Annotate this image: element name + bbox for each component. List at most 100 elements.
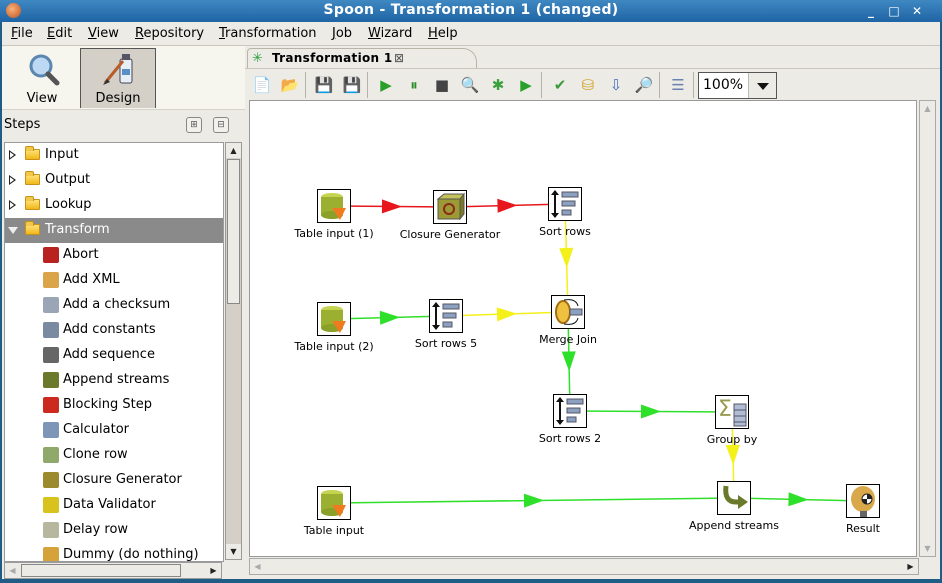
steps-horizontal-scrollbar[interactable]: ◀ ▶ bbox=[4, 562, 222, 579]
steps-vertical-scrollbar[interactable]: ▲ ▼ bbox=[225, 142, 242, 560]
sql-icon[interactable]: ⇩ bbox=[605, 74, 627, 96]
collapse-all-button[interactable]: ⊟ bbox=[213, 117, 229, 133]
tree-step-item[interactable]: Add XML bbox=[5, 268, 223, 293]
close-window-button[interactable]: ✕ bbox=[906, 2, 928, 20]
stop-icon[interactable]: ■ bbox=[431, 74, 453, 96]
chevron-down-icon[interactable] bbox=[748, 73, 776, 98]
debug-icon[interactable]: ✱ bbox=[487, 74, 509, 96]
tree-step-item[interactable]: Add constants bbox=[5, 318, 223, 343]
scrollbar-thumb[interactable] bbox=[227, 159, 240, 304]
expand-arrow-icon[interactable] bbox=[9, 200, 16, 210]
step-node-table-input-1[interactable] bbox=[317, 189, 351, 223]
verify-icon[interactable]: ✔ bbox=[549, 74, 571, 96]
tree-step-item[interactable]: Abort bbox=[5, 243, 223, 268]
transformation-canvas[interactable]: Table input (1) Closure Generator Sort row… bbox=[249, 100, 917, 557]
menu-repository[interactable]: Repository bbox=[135, 26, 204, 41]
save-as-icon[interactable]: 💾 bbox=[341, 74, 363, 96]
scroll-down-icon[interactable]: ▼ bbox=[920, 541, 935, 556]
tree-category-output[interactable]: Output bbox=[5, 168, 223, 193]
step-node-sort-rows-5[interactable] bbox=[429, 299, 463, 333]
scroll-right-icon[interactable]: ▶ bbox=[206, 563, 221, 578]
step-node-group-by[interactable]: Σ bbox=[715, 395, 749, 429]
step-node-sort-rows-2[interactable] bbox=[553, 394, 587, 428]
run-icon[interactable]: ▶ bbox=[375, 74, 397, 96]
step-node-table-input-2[interactable] bbox=[317, 302, 351, 336]
zoom-value[interactable]: 100% bbox=[703, 77, 743, 93]
impact-icon[interactable]: ⛁ bbox=[577, 74, 599, 96]
steps-title: Steps bbox=[4, 117, 41, 132]
tree-category-input[interactable]: Input bbox=[5, 143, 223, 168]
save-icon[interactable]: 💾 bbox=[313, 74, 335, 96]
step-node-sort-rows[interactable] bbox=[548, 187, 582, 221]
minimize-button[interactable]: _ bbox=[860, 2, 882, 20]
tree-step-item[interactable]: Dummy (do nothing) bbox=[5, 543, 223, 561]
tree-step-item[interactable]: Blocking Step bbox=[5, 393, 223, 418]
tree-step-item[interactable]: Clone row bbox=[5, 443, 223, 468]
menu-wizard[interactable]: Wizard bbox=[368, 26, 412, 41]
toolbar-separator bbox=[659, 72, 660, 98]
step-node-merge-join[interactable] bbox=[551, 295, 585, 329]
open-file-icon[interactable]: 📂 bbox=[279, 74, 301, 96]
new-file-icon[interactable]: 📄 bbox=[251, 74, 273, 96]
scroll-left-icon[interactable]: ◀ bbox=[250, 559, 265, 574]
step-node-append-streams[interactable] bbox=[717, 481, 751, 515]
sort-rows-icon bbox=[549, 188, 581, 224]
canvas-horizontal-scrollbar[interactable]: ◀ ▶ bbox=[249, 558, 919, 575]
close-tab-icon[interactable]: ⊠ bbox=[394, 51, 404, 65]
preview-icon[interactable]: 🔍 bbox=[459, 74, 481, 96]
toolbar-separator bbox=[305, 72, 306, 98]
menu-transformation[interactable]: Transformation bbox=[219, 26, 317, 41]
step-node-label: Append streams bbox=[689, 519, 779, 532]
scroll-up-icon[interactable]: ▲ bbox=[226, 143, 241, 158]
hop-arrow-icon bbox=[788, 492, 809, 507]
menu-view[interactable]: View bbox=[88, 26, 119, 41]
sequence-icon bbox=[43, 347, 59, 363]
scroll-left-icon[interactable]: ◀ bbox=[5, 563, 20, 578]
explore-db-icon[interactable]: 🔎 bbox=[633, 74, 655, 96]
tree-step-item[interactable]: Closure Generator bbox=[5, 468, 223, 493]
tree-step-item[interactable]: Add sequence bbox=[5, 343, 223, 368]
sort-rows-icon bbox=[430, 300, 462, 336]
hop-arrow-icon bbox=[379, 310, 400, 325]
tree-step-item[interactable]: Delay row bbox=[5, 518, 223, 543]
tree-step-item[interactable]: Append streams bbox=[5, 368, 223, 393]
tree-step-item[interactable]: Add a checksum bbox=[5, 293, 223, 318]
pause-icon[interactable]: ⏸ bbox=[403, 74, 425, 96]
show-results-icon[interactable]: ☰ bbox=[667, 74, 689, 96]
tree-category-transform[interactable]: Transform bbox=[5, 218, 223, 243]
hourglass-icon bbox=[43, 522, 59, 538]
step-node-result[interactable] bbox=[846, 484, 880, 518]
scroll-up-icon[interactable]: ▲ bbox=[920, 101, 935, 116]
tree-step-item[interactable]: Calculator bbox=[5, 418, 223, 443]
expand-arrow-icon[interactable] bbox=[9, 175, 16, 185]
menu-file[interactable]: File bbox=[11, 26, 33, 41]
view-perspective-button[interactable]: View bbox=[4, 48, 80, 108]
step-node-label: Result bbox=[846, 522, 880, 535]
scroll-right-icon[interactable]: ▶ bbox=[903, 559, 918, 574]
tab-transformation-1[interactable]: ✳ Transformation 1 ⊠ bbox=[247, 48, 477, 68]
scrollbar-thumb[interactable] bbox=[21, 564, 181, 577]
expand-all-button[interactable]: ⊞ bbox=[186, 117, 202, 133]
expand-arrow-icon[interactable] bbox=[9, 150, 16, 160]
menu-help[interactable]: Help bbox=[428, 26, 458, 41]
menu-job[interactable]: Job bbox=[332, 26, 352, 41]
step-node-table-input[interactable] bbox=[317, 486, 351, 520]
transformation-icon: ✳ bbox=[252, 51, 263, 66]
step-node-closure-generator[interactable] bbox=[433, 190, 467, 224]
collapse-arrow-icon[interactable] bbox=[8, 227, 18, 234]
hop-arrow-icon bbox=[381, 199, 402, 214]
tree-step-item[interactable]: Data Validator bbox=[5, 493, 223, 518]
maximize-button[interactable]: □ bbox=[883, 2, 905, 20]
canvas-vertical-scrollbar[interactable]: ▲ ▼ bbox=[919, 100, 936, 557]
folder-icon bbox=[25, 221, 40, 235]
replay-icon[interactable]: ▶ bbox=[515, 74, 537, 96]
step-node-label: Table input (1) bbox=[294, 227, 374, 240]
scroll-down-icon[interactable]: ▼ bbox=[226, 544, 241, 559]
design-perspective-button[interactable]: Design bbox=[80, 48, 156, 108]
tree-category-lookup[interactable]: Lookup bbox=[5, 193, 223, 218]
menu-edit[interactable]: Edit bbox=[47, 26, 72, 41]
editor-tab-bar: ✳ Transformation 1 ⊠ bbox=[245, 46, 940, 68]
step-label: Add a checksum bbox=[63, 297, 171, 312]
zoom-select[interactable]: 100% bbox=[698, 72, 777, 99]
toolbar-separator bbox=[693, 72, 694, 98]
